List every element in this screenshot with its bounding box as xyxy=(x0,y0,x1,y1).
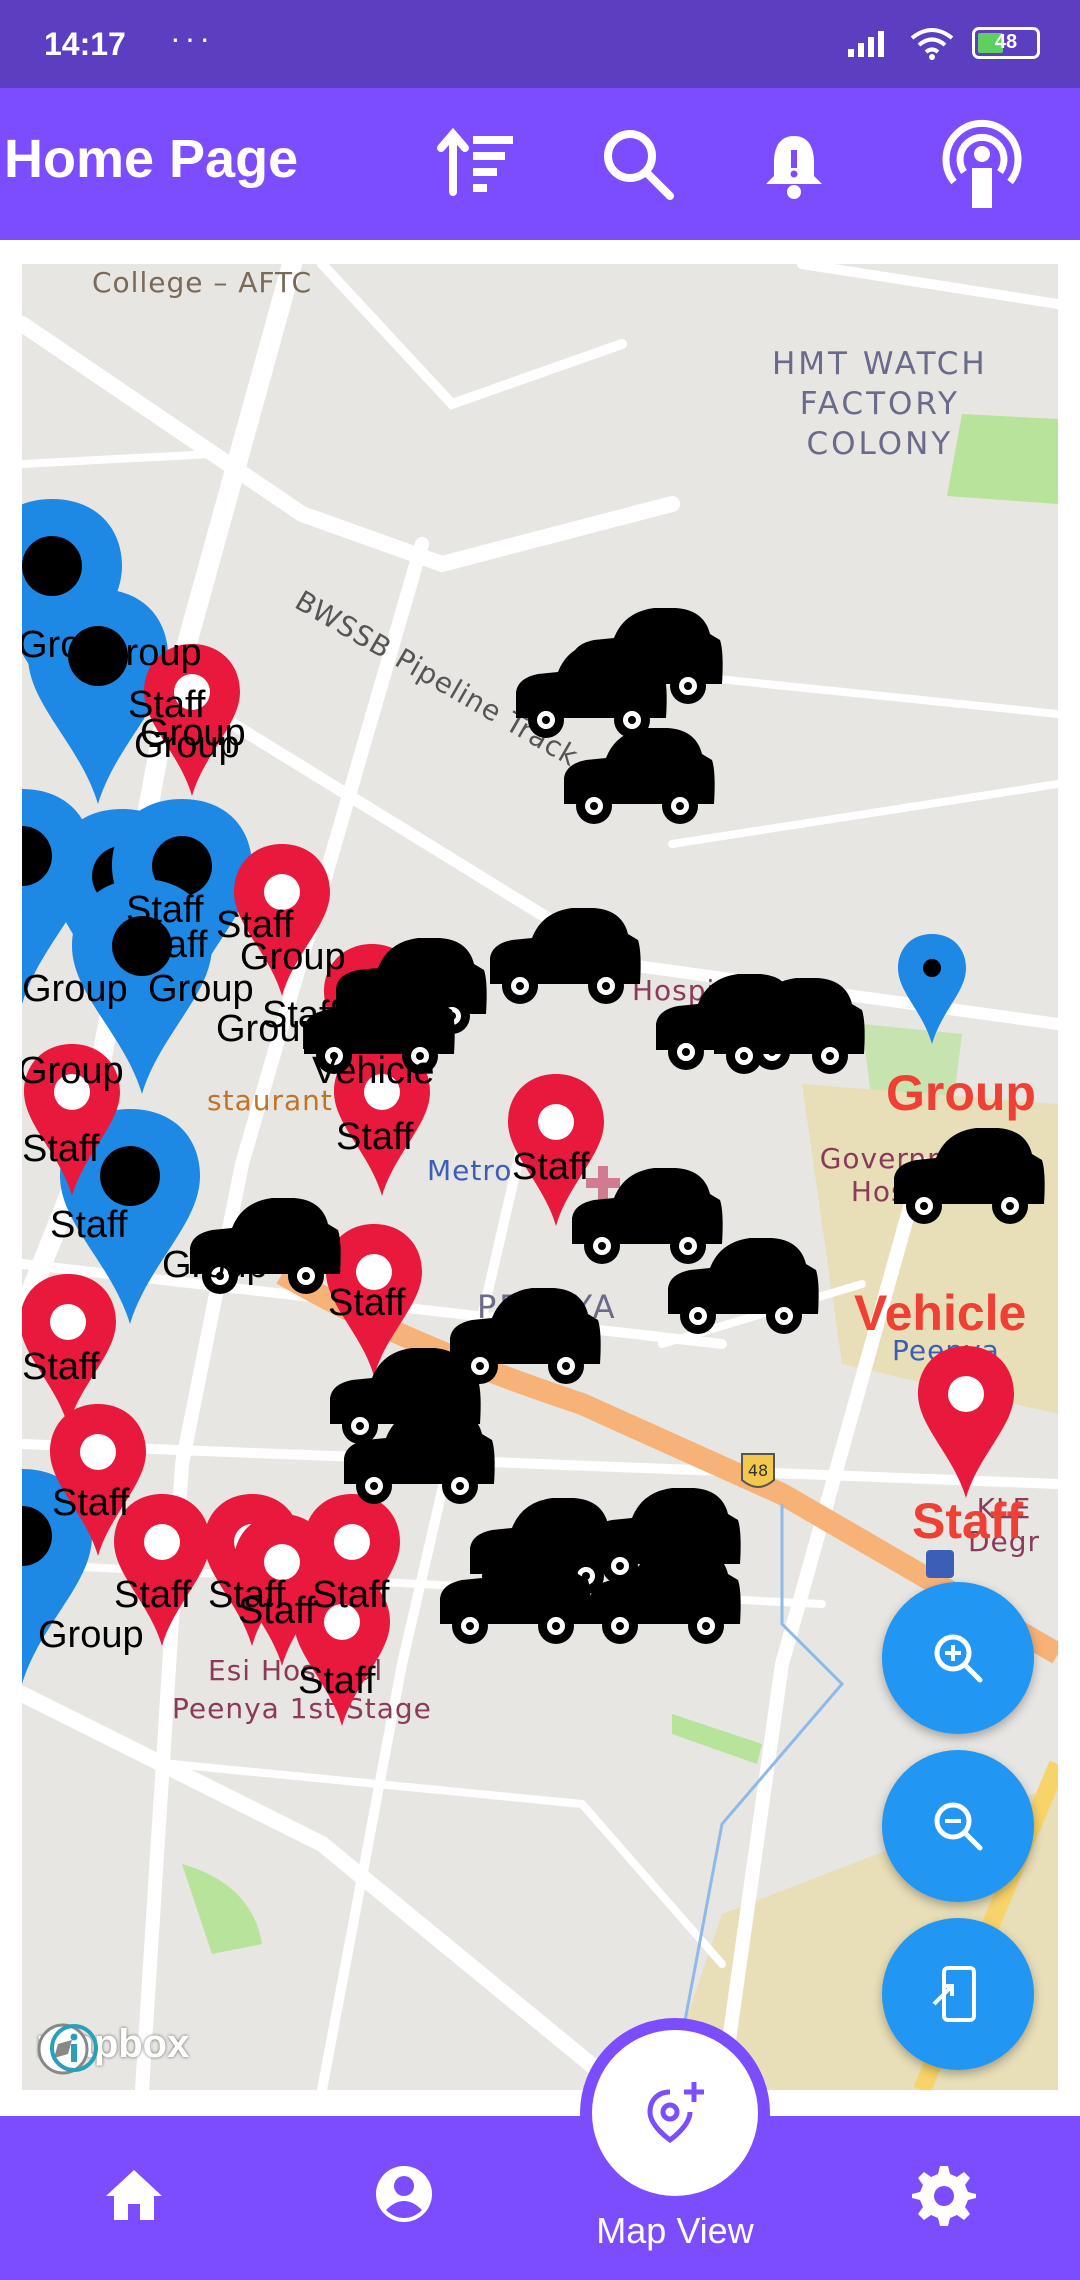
pin-label-group: Group xyxy=(148,968,254,1010)
device-locate-button[interactable] xyxy=(882,1918,1034,2070)
pin-label-staff: Staff xyxy=(114,1574,192,1616)
pin-label-group: Group xyxy=(134,724,240,766)
battery-level: 48 xyxy=(994,31,1018,53)
pin-label-staff: Staff xyxy=(130,924,208,966)
vehicle-marker[interactable] xyxy=(564,728,715,824)
map-view-button[interactable] xyxy=(580,2018,770,2208)
vehicle-marker[interactable] xyxy=(440,1548,591,1644)
pin-label-group: Group xyxy=(162,1244,268,1286)
vehicle-marker[interactable] xyxy=(450,1288,601,1384)
pin-label-group: Group xyxy=(22,1050,124,1092)
status-more-dots: ··· xyxy=(170,20,214,56)
pin-label-staff: Staff xyxy=(52,1482,130,1524)
vehicle-marker[interactable] xyxy=(490,908,641,1004)
add-location-icon xyxy=(647,2082,704,2144)
pin-label-staff: Staff xyxy=(22,1128,100,1170)
zoom-in-button[interactable] xyxy=(882,1582,1034,1734)
search-icon[interactable] xyxy=(596,122,680,206)
pin-label-staff: Staff xyxy=(298,1660,376,1702)
zoom-in-icon xyxy=(934,1634,983,1683)
wifi-icon xyxy=(910,28,954,60)
settings-icon[interactable] xyxy=(912,2162,976,2226)
account-icon[interactable] xyxy=(372,2162,436,2226)
pin-label-staff: Staff xyxy=(50,1204,128,1246)
mapbox-attribution[interactable]: mapbox xyxy=(36,2022,189,2075)
map-view-label: Map View xyxy=(596,2210,754,2251)
page-title: Home Page xyxy=(4,129,299,189)
pin-label-staff: Staff xyxy=(238,1590,316,1632)
phone-arrow-icon xyxy=(932,1966,976,2022)
signal-icon xyxy=(848,31,884,57)
pin-label-staff: Staff xyxy=(22,1346,100,1388)
vehicle-marker[interactable] xyxy=(894,1128,1045,1224)
pin-label-staff: Staff xyxy=(328,1282,406,1324)
bell-icon[interactable] xyxy=(752,122,836,206)
group-pin-small[interactable] xyxy=(898,934,966,1044)
status-time: 14:17 xyxy=(44,26,126,62)
broadcast-user-icon[interactable] xyxy=(940,116,1024,212)
vehicle-marker[interactable] xyxy=(516,642,667,738)
battery-icon: 48 xyxy=(972,27,1040,59)
sort-icon[interactable] xyxy=(435,122,519,206)
legend-vehicle: Vehicle xyxy=(854,1285,1027,1341)
pin-label-staff: Staff xyxy=(312,1574,390,1616)
pin-label-staff: Staff xyxy=(336,1116,414,1158)
pin-label-group: Group xyxy=(240,936,346,978)
home-icon[interactable] xyxy=(102,2162,166,2226)
legend-group: Group xyxy=(886,1065,1036,1121)
info-icon[interactable] xyxy=(48,2022,100,2074)
pin-label-staff: Staff xyxy=(262,994,340,1036)
zoom-out-button[interactable] xyxy=(882,1750,1034,1902)
pin-label-group: Group xyxy=(96,632,202,674)
status-bar: 14:17 ··· 48 xyxy=(0,0,1080,88)
pin-label-staff: Staff xyxy=(512,1146,590,1188)
staff-pin[interactable] xyxy=(918,1346,1014,1498)
zoom-out-icon xyxy=(934,1802,983,1851)
app-bar: Home Page xyxy=(0,88,1080,240)
pin-label-vehicle: Vehicle xyxy=(312,1050,435,1092)
vehicle-marker[interactable] xyxy=(572,1168,723,1264)
pin-label-group: Group xyxy=(38,1614,144,1656)
legend-staff: Staff xyxy=(912,1493,1024,1549)
pin-label-group: Group xyxy=(22,968,128,1010)
